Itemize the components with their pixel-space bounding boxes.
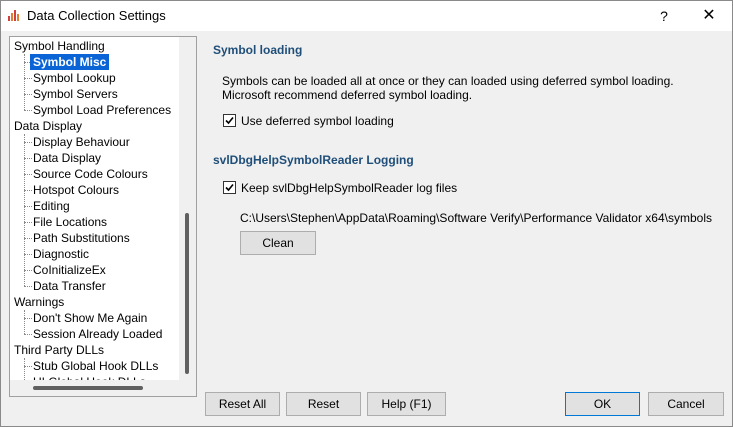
tree-line [24, 270, 32, 271]
deferred-loading-label[interactable]: Use deferred symbol loading [241, 114, 394, 128]
tree-item-third-party-dlls[interactable]: Third Party DLLs [14, 342, 104, 358]
symbol-loading-heading: Symbol loading [213, 43, 303, 57]
description-line-2: Microsoft recommend deferred symbol load… [222, 88, 473, 102]
tree-item-session-already-loaded[interactable]: Session Already Loaded [33, 326, 162, 342]
tree-line [24, 318, 32, 319]
checkmark-icon [225, 183, 234, 192]
clean-button[interactable]: Clean [240, 231, 316, 255]
tree-item-symbol-servers[interactable]: Symbol Servers [33, 86, 118, 102]
tree-line [24, 94, 32, 95]
settings-tree[interactable]: Symbol Handling Symbol Misc Symbol Looku… [9, 36, 197, 397]
tree-line [24, 254, 32, 255]
tree-line [24, 206, 32, 207]
tree-line [24, 174, 32, 175]
tree-item-diagnostic[interactable]: Diagnostic [33, 246, 89, 262]
tree-line [24, 238, 32, 239]
tree-item-data-display-group[interactable]: Data Display [14, 118, 82, 134]
logging-heading: svlDbgHelpSymbolReader Logging [213, 153, 414, 167]
tree-item-hotspot-colours[interactable]: Hotspot Colours [33, 182, 119, 198]
tree-line [24, 334, 32, 335]
tree-item-file-locations[interactable]: File Locations [33, 214, 107, 230]
tree-item-warnings[interactable]: Warnings [14, 294, 64, 310]
tree-line [24, 358, 25, 382]
tree-item-editing[interactable]: Editing [33, 198, 70, 214]
tree-item-symbol-misc[interactable]: Symbol Misc [30, 54, 110, 70]
close-icon[interactable]: ✕ [686, 1, 732, 31]
tree-line [24, 286, 32, 287]
tree-item-symbol-handling[interactable]: Symbol Handling [14, 38, 105, 54]
app-icon [8, 10, 19, 21]
tree-line [24, 366, 32, 367]
tree-item-data-transfer[interactable]: Data Transfer [33, 278, 106, 294]
ok-button[interactable]: OK [565, 392, 640, 416]
tree-line [24, 134, 25, 286]
tree-item-stub-global-hook-dlls[interactable]: Stub Global Hook DLLs [33, 358, 158, 374]
tree-horizontal-scroll-thumb[interactable] [33, 386, 143, 390]
tree-line [24, 158, 32, 159]
tree-line [24, 190, 32, 191]
tree-item-path-substitutions[interactable]: Path Substitutions [33, 230, 130, 246]
log-path: C:\Users\Stephen\AppData\Roaming\Softwar… [240, 211, 712, 225]
tree-vertical-scrollbar[interactable] [179, 37, 196, 380]
tree-item-dont-show-me-again[interactable]: Don't Show Me Again [33, 310, 147, 326]
tree-line [24, 142, 32, 143]
help-icon[interactable]: ? [641, 1, 687, 31]
tree-line [24, 110, 32, 111]
tree-line [24, 78, 32, 79]
deferred-loading-checkbox[interactable] [223, 114, 236, 127]
keep-log-files-label[interactable]: Keep svlDbgHelpSymbolReader log files [241, 181, 457, 195]
tree-item-symbol-load-preferences[interactable]: Symbol Load Preferences [33, 102, 171, 118]
tree-item-source-code-colours[interactable]: Source Code Colours [33, 166, 148, 182]
reset-button[interactable]: Reset [286, 392, 361, 416]
reset-all-button[interactable]: Reset All [205, 392, 280, 416]
tree-line [24, 310, 25, 334]
cancel-button[interactable]: Cancel [648, 392, 724, 416]
help-button[interactable]: Help (F1) [367, 392, 446, 416]
tree-item-display-behaviour[interactable]: Display Behaviour [33, 134, 130, 150]
keep-log-files-checkbox[interactable] [223, 181, 236, 194]
title-bar: Data Collection Settings ? ✕ [1, 1, 732, 31]
checkmark-icon [225, 116, 234, 125]
tree-line [24, 222, 32, 223]
tree-vertical-scroll-thumb[interactable] [185, 213, 189, 374]
dialog-window: Data Collection Settings ? ✕ Symbol Hand… [0, 0, 733, 427]
tree-horizontal-scrollbar[interactable] [10, 380, 196, 396]
description-line-1: Symbols can be loaded all at once or the… [222, 74, 674, 88]
tree-item-coinitializeex[interactable]: CoInitializeEx [33, 262, 106, 278]
tree-item-symbol-lookup[interactable]: Symbol Lookup [33, 70, 116, 86]
window-title: Data Collection Settings [27, 8, 166, 23]
tree-item-data-display[interactable]: Data Display [33, 150, 101, 166]
